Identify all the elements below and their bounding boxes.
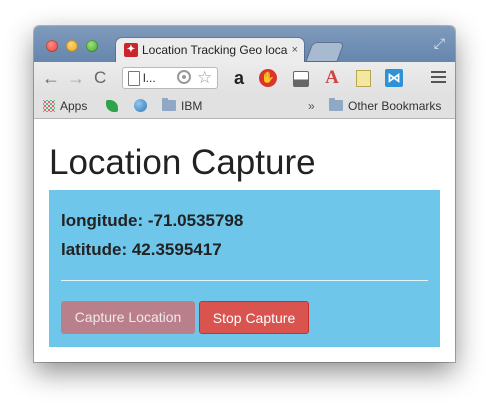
- folder-icon: [329, 98, 343, 111]
- tab-strip: ✦ Location Tracking Geo loca × ⤢: [34, 26, 455, 62]
- globe-icon: [134, 99, 147, 112]
- location-target-icon[interactable]: [177, 70, 191, 84]
- browser-toolbar: ← → C l... ☆ a ✋ A ⋈: [34, 62, 455, 94]
- page-icon: [128, 71, 140, 86]
- bookmarks-bar: Apps IBM » Other Bookmarks: [34, 94, 455, 119]
- bookmark-apps-label: Apps: [60, 99, 88, 113]
- browser-window: ✦ Location Tracking Geo loca × ⤢ ← → C l…: [34, 26, 455, 362]
- reload-button[interactable]: C: [94, 68, 106, 88]
- address-bar[interactable]: l... ☆: [122, 67, 218, 89]
- bookmark-ibm-label: IBM: [181, 99, 203, 113]
- amazon-extension-icon[interactable]: a: [230, 69, 248, 87]
- stop-capture-button[interactable]: Stop Capture: [199, 301, 309, 334]
- location-panel: longitude: -71.0535798 latitude: 42.3595…: [49, 190, 440, 347]
- tab-location-tracking[interactable]: ✦ Location Tracking Geo loca ×: [116, 38, 304, 62]
- font-extension-icon[interactable]: A: [323, 68, 341, 87]
- address-text: l...: [143, 71, 156, 85]
- capture-location-button[interactable]: Capture Location: [61, 301, 195, 334]
- bowtie-extension-icon[interactable]: ⋈: [385, 69, 403, 87]
- fullscreen-icon[interactable]: ⤢: [434, 35, 445, 52]
- bookmark-other-label: Other Bookmarks: [348, 99, 442, 113]
- bookmark-ibm[interactable]: IBM: [162, 98, 202, 114]
- back-button[interactable]: ←: [42, 68, 60, 88]
- panel-divider: [61, 280, 428, 281]
- close-window-button[interactable]: [46, 40, 58, 52]
- window-extension-icon[interactable]: [293, 71, 309, 87]
- feedly-icon: [106, 100, 118, 112]
- page-title: Location Capture: [49, 143, 316, 182]
- longitude-readout: longitude: -71.0535798: [61, 211, 244, 230]
- notes-extension-icon[interactable]: [356, 70, 371, 87]
- bookmark-star-icon[interactable]: ☆: [197, 68, 212, 88]
- page-content: Location Capture longitude: -71.0535798 …: [34, 119, 455, 362]
- minimize-window-button[interactable]: [66, 40, 78, 52]
- new-tab-button[interactable]: [306, 43, 344, 61]
- forward-button[interactable]: →: [67, 68, 85, 88]
- apps-grid-icon: [43, 100, 55, 112]
- bookmark-other[interactable]: Other Bookmarks: [329, 98, 441, 114]
- tab-close-icon[interactable]: ×: [292, 42, 298, 58]
- adblock-extension-icon[interactable]: ✋: [259, 69, 277, 87]
- zoom-window-button[interactable]: [86, 40, 98, 52]
- bookmarks-overflow-chevron[interactable]: »: [308, 98, 315, 114]
- bookmark-globe[interactable]: [134, 98, 147, 114]
- tab-title: Location Tracking Geo loca: [142, 43, 288, 57]
- bookmark-apps[interactable]: Apps: [43, 98, 87, 114]
- bookmark-feedly[interactable]: [106, 98, 118, 114]
- latitude-readout: latitude: 42.3595417: [61, 240, 222, 259]
- site-favicon-icon: ✦: [124, 43, 138, 57]
- folder-icon: [162, 98, 176, 111]
- browser-menu-icon[interactable]: [431, 71, 446, 86]
